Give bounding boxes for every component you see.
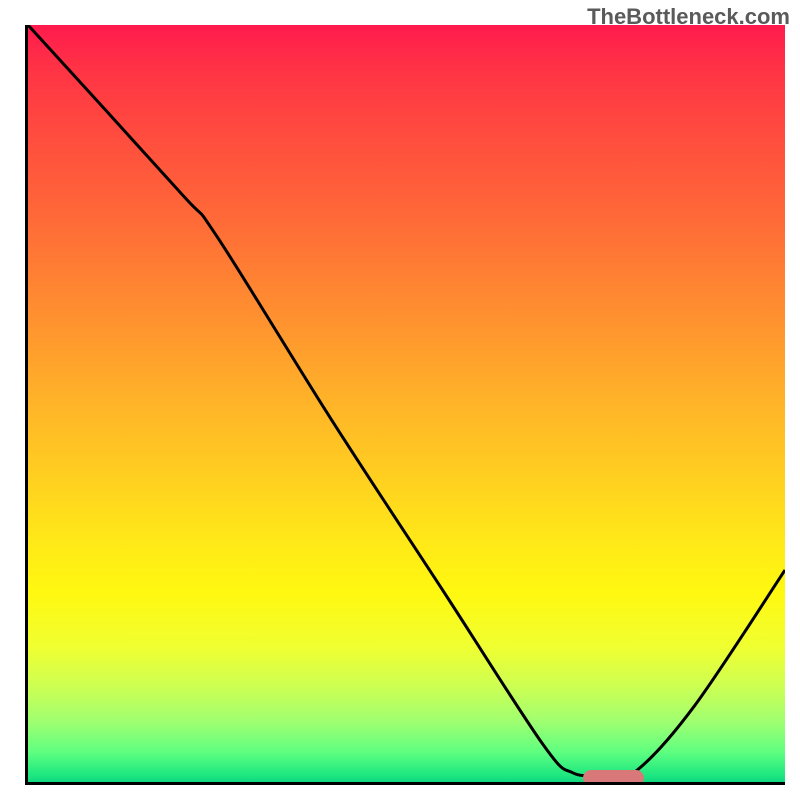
chart-optimal-marker [583,770,644,785]
watermark-text: TheBottleneck.com [587,4,790,30]
chart-curve-svg [28,25,785,782]
chart-container [25,25,785,785]
chart-curve-line [28,25,785,778]
